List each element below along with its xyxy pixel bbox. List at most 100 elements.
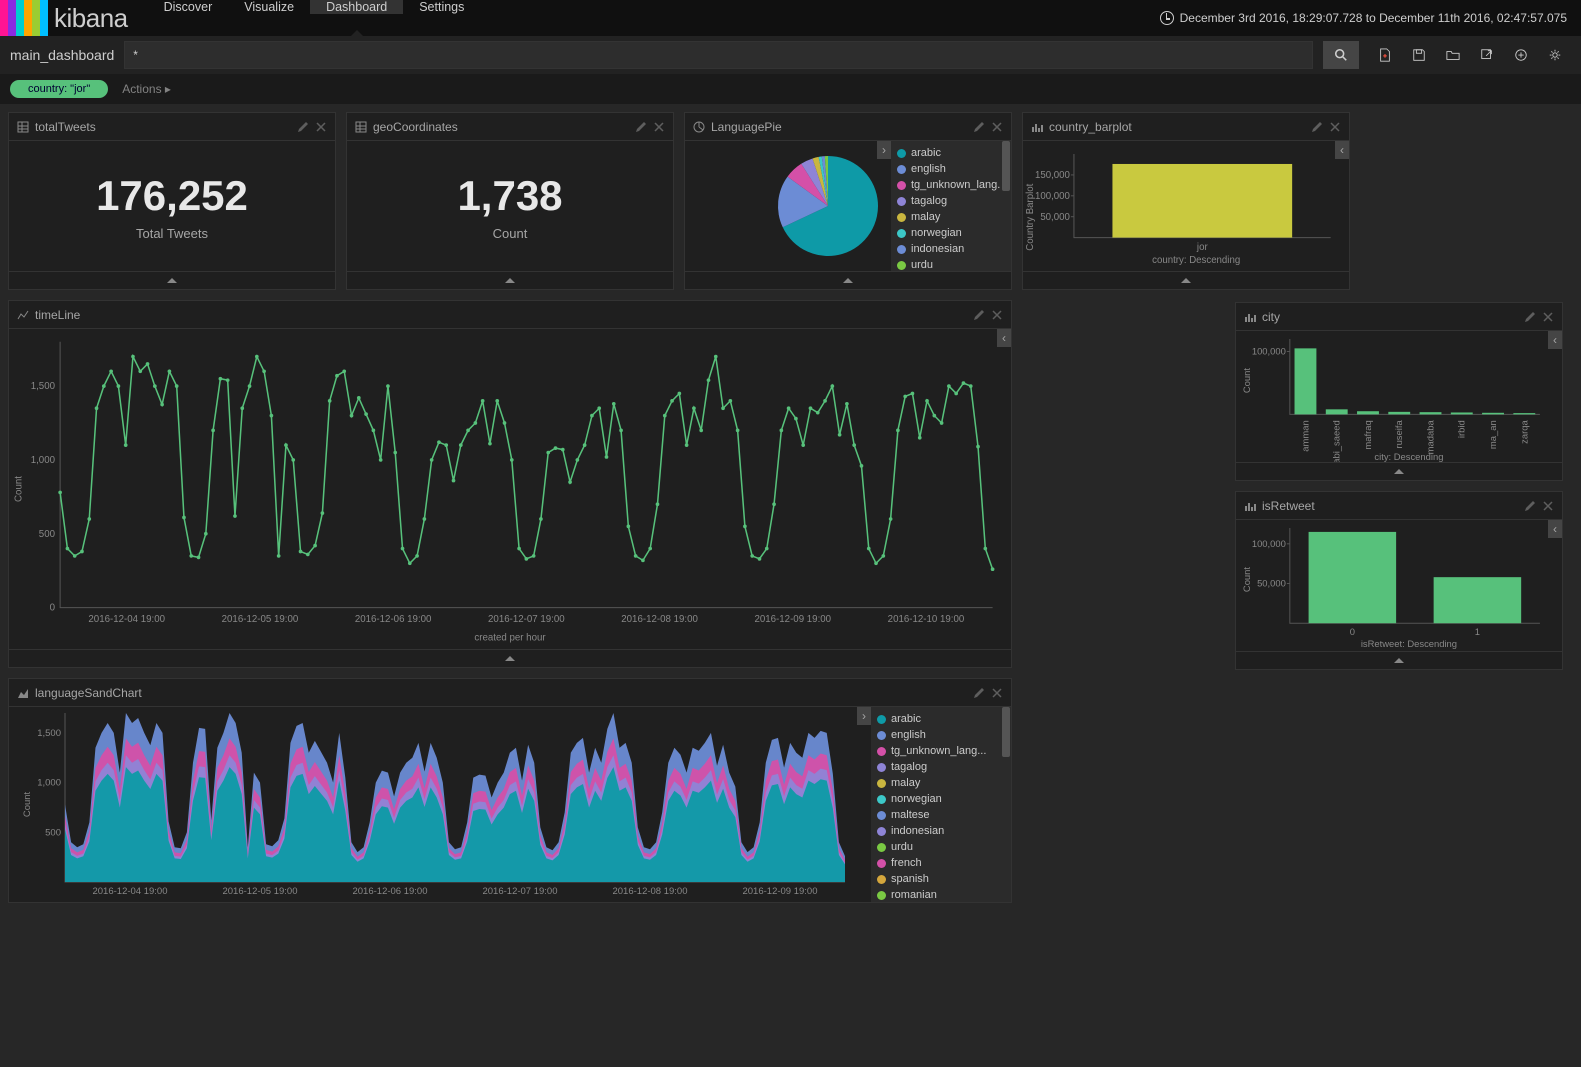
- panel-expand[interactable]: [9, 649, 1011, 667]
- close-icon[interactable]: [315, 121, 327, 133]
- scrollbar[interactable]: [1001, 707, 1011, 902]
- bar-chart: 50,000100,00001isRetweet: DescendingCoun…: [1236, 520, 1562, 651]
- filter-bar: country: "jor" Actions ▸: [0, 74, 1581, 104]
- panel-title: geoCoordinates: [373, 120, 458, 134]
- edit-icon[interactable]: [973, 121, 985, 133]
- svg-text:2016-12-08 19:00: 2016-12-08 19:00: [612, 886, 687, 897]
- nav-visualize[interactable]: Visualize: [228, 0, 310, 14]
- panel-expand[interactable]: [685, 271, 1011, 289]
- legend-item[interactable]: malay: [891, 209, 1011, 225]
- legend-item[interactable]: arabic: [871, 711, 1011, 727]
- scrollbar[interactable]: [1001, 141, 1011, 271]
- close-icon[interactable]: [1542, 311, 1554, 323]
- legend-toggle[interactable]: ‹: [997, 329, 1011, 347]
- legend-item[interactable]: indonesian: [891, 241, 1011, 257]
- nav-tabs: DiscoverVisualizeDashboardSettings: [148, 0, 481, 36]
- svg-text:mafraq: mafraq: [1362, 420, 1373, 449]
- panel-expand[interactable]: [1236, 462, 1562, 480]
- panel-timeline: timeLine 05001,0001,5002016-12-04 19:002…: [8, 300, 1012, 668]
- svg-text:2016-12-07 19:00: 2016-12-07 19:00: [482, 886, 557, 897]
- svg-text:2016-12-04 19:00: 2016-12-04 19:00: [92, 886, 167, 897]
- close-icon[interactable]: [991, 687, 1003, 699]
- nav-discover[interactable]: Discover: [148, 0, 229, 14]
- legend-item[interactable]: norwegian: [891, 225, 1011, 241]
- legend-item[interactable]: urdu: [891, 257, 1011, 271]
- actions-link[interactable]: Actions ▸: [122, 82, 171, 96]
- panel-title: city: [1262, 310, 1280, 324]
- edit-icon[interactable]: [1524, 500, 1536, 512]
- svg-text:2016-12-07 19:00: 2016-12-07 19:00: [488, 614, 565, 625]
- legend-item[interactable]: malay: [871, 775, 1011, 791]
- legend-item[interactable]: tg_unknown_lang...: [871, 743, 1011, 759]
- legend-item[interactable]: norwegian: [871, 791, 1011, 807]
- legend-toggle[interactable]: ›: [877, 141, 891, 159]
- legend-item[interactable]: english: [891, 161, 1011, 177]
- search-button[interactable]: [1323, 41, 1359, 69]
- legend-item[interactable]: tagalog: [891, 193, 1011, 209]
- svg-text:500: 500: [45, 827, 61, 838]
- edit-icon[interactable]: [973, 309, 985, 321]
- close-icon[interactable]: [1329, 121, 1341, 133]
- svg-text:1,000: 1,000: [31, 455, 56, 466]
- close-icon[interactable]: [653, 121, 665, 133]
- legend-item[interactable]: tagalog: [871, 759, 1011, 775]
- legend-item[interactable]: french: [871, 855, 1011, 871]
- close-icon[interactable]: [991, 309, 1003, 321]
- new-icon[interactable]: [1377, 47, 1393, 63]
- panel-countrybar: country_barplot 50,000100,000150,000jorc…: [1022, 112, 1350, 290]
- legend-item[interactable]: maltese: [871, 807, 1011, 823]
- table-icon: [355, 121, 367, 133]
- panel-expand[interactable]: [1023, 271, 1349, 289]
- legend-toggle[interactable]: ›: [857, 707, 871, 725]
- legend-item[interactable]: romanian: [871, 887, 1011, 902]
- time-range-text: December 3rd 2016, 18:29:07.728 to Decem…: [1180, 11, 1567, 25]
- bar-chart: 100,000ammander_abi_saeedmafraqruseifama…: [1236, 331, 1562, 462]
- legend-item[interactable]: indonesian: [871, 823, 1011, 839]
- legend-item[interactable]: arabic: [891, 145, 1011, 161]
- dashboard-name: main_dashboard: [10, 47, 114, 63]
- gear-icon[interactable]: [1547, 47, 1563, 63]
- open-icon[interactable]: [1445, 47, 1461, 63]
- edit-icon[interactable]: [635, 121, 647, 133]
- add-icon[interactable]: [1513, 47, 1529, 63]
- svg-text:Count: Count: [1241, 567, 1252, 592]
- pie-icon: [693, 121, 705, 133]
- svg-text:madaba: madaba: [1424, 420, 1435, 455]
- svg-text:100,000: 100,000: [1035, 191, 1070, 202]
- svg-text:Count: Count: [22, 791, 33, 817]
- panel-expand[interactable]: [9, 271, 335, 289]
- close-icon[interactable]: [991, 121, 1003, 133]
- edit-icon[interactable]: [1311, 121, 1323, 133]
- legend-item[interactable]: spanish: [871, 871, 1011, 887]
- metric-value: 176,252: [96, 172, 248, 220]
- legend-item[interactable]: english: [871, 727, 1011, 743]
- metric-value: 1,738: [457, 172, 562, 220]
- panel-languagepie: LanguagePie › arabicenglishtg_unknown_la…: [684, 112, 1012, 290]
- svg-text:2016-12-09 19:00: 2016-12-09 19:00: [754, 614, 831, 625]
- edit-icon[interactable]: [297, 121, 309, 133]
- svg-text:created per hour: created per hour: [474, 632, 546, 643]
- bar-chart: 50,000100,000150,000jorcountry: Descendi…: [1023, 141, 1349, 271]
- panel-expand[interactable]: [1236, 651, 1562, 669]
- legend-toggle[interactable]: ‹: [1548, 520, 1562, 538]
- time-range-picker[interactable]: December 3rd 2016, 18:29:07.728 to Decem…: [1160, 11, 1581, 25]
- legend-item[interactable]: tg_unknown_lang...: [891, 177, 1011, 193]
- svg-text:2016-12-09 19:00: 2016-12-09 19:00: [742, 886, 817, 897]
- nav-dashboard[interactable]: Dashboard: [310, 0, 403, 14]
- edit-icon[interactable]: [1524, 311, 1536, 323]
- nav-settings[interactable]: Settings: [403, 0, 480, 14]
- bar-icon: [1244, 500, 1256, 512]
- edit-icon[interactable]: [973, 687, 985, 699]
- filter-pill[interactable]: country: "jor": [10, 80, 108, 98]
- save-icon[interactable]: [1411, 47, 1427, 63]
- share-icon[interactable]: [1479, 47, 1495, 63]
- legend-item[interactable]: urdu: [871, 839, 1011, 855]
- close-icon[interactable]: [1542, 500, 1554, 512]
- svg-text:2016-12-06 19:00: 2016-12-06 19:00: [355, 614, 432, 625]
- panel-expand[interactable]: [347, 271, 673, 289]
- svg-text:1,500: 1,500: [31, 381, 56, 392]
- legend-toggle[interactable]: ‹: [1335, 141, 1349, 159]
- legend-toggle[interactable]: ‹: [1548, 331, 1562, 349]
- query-input[interactable]: [124, 41, 1313, 69]
- metric-label: Count: [493, 226, 528, 241]
